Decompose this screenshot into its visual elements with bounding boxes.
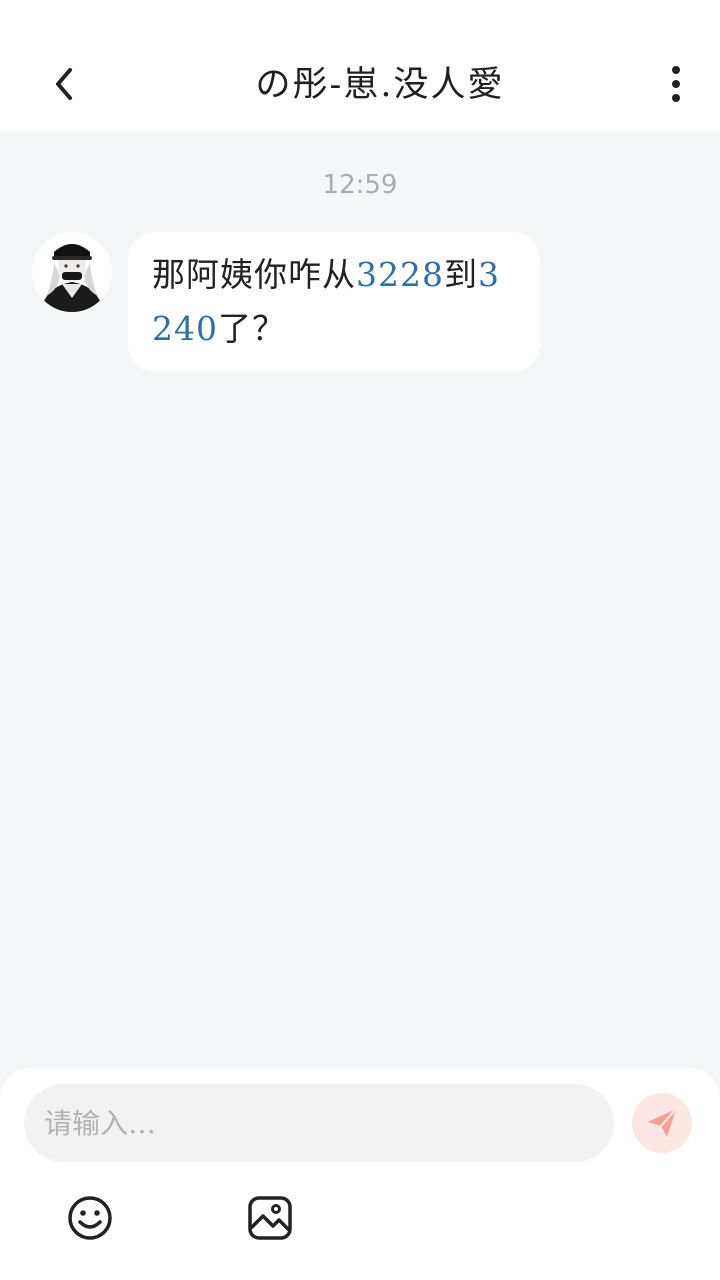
chat-title: の彤-崽.没人愛 <box>255 65 505 105</box>
send-button[interactable] <box>632 1093 692 1153</box>
image-button[interactable] <box>246 1194 294 1242</box>
message-number-link[interactable]: 3228 <box>356 255 444 294</box>
avatar-image <box>32 232 112 312</box>
message-input[interactable] <box>24 1084 614 1162</box>
message-text: 到 <box>443 255 478 294</box>
chat-area[interactable]: 12:59 那阿姨你咋从3228到3240了？ <box>0 132 720 1068</box>
avatar[interactable] <box>32 232 112 312</box>
more-options-button[interactable] <box>652 60 700 108</box>
composer-panel <box>0 1068 720 1280</box>
message-timestamp: 12:59 <box>322 170 398 200</box>
more-vertical-icon <box>672 66 680 102</box>
send-icon <box>648 1108 677 1137</box>
back-button[interactable] <box>40 60 88 108</box>
header-bar: の彤-崽.没人愛 <box>0 0 720 132</box>
image-icon <box>248 1196 292 1240</box>
message-text: 了？ <box>218 309 286 348</box>
message-bubble[interactable]: 那阿姨你咋从3228到3240了？ <box>128 232 540 372</box>
emoji-icon <box>68 1196 112 1240</box>
emoji-button[interactable] <box>66 1194 114 1242</box>
message-text: 那阿姨你咋从 <box>152 255 356 294</box>
chevron-left-icon <box>56 68 72 100</box>
